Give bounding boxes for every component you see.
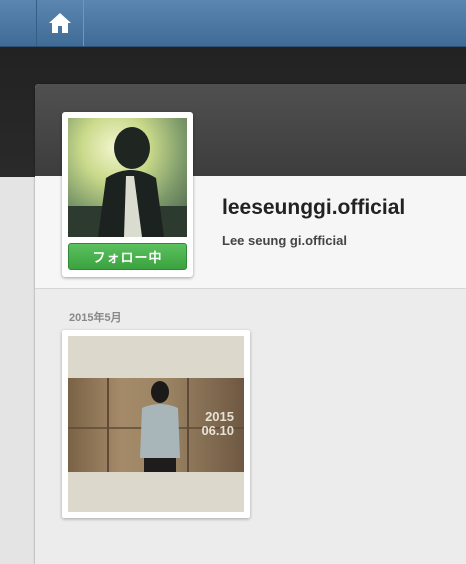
following-button[interactable]: フォロー中 <box>68 243 187 270</box>
avatar-silhouette <box>68 127 187 237</box>
photo-overlay-text: 2015 06.10 <box>201 410 234 438</box>
photo-image: 2015 06.10 <box>68 336 244 512</box>
timeline-month-label: 2015年5月 <box>69 312 122 324</box>
home-icon <box>49 13 71 33</box>
avatar[interactable] <box>68 118 187 237</box>
top-nav-bar <box>0 0 466 47</box>
avatar-frame: フォロー中 <box>62 112 193 277</box>
profile-full-name: Lee seung gi.official <box>222 233 347 248</box>
photo-thumbnail[interactable]: 2015 06.10 <box>62 330 250 518</box>
photo-overlay-year: 2015 <box>205 409 234 424</box>
home-button[interactable] <box>36 0 84 46</box>
profile-username: leeseunggi.official <box>222 196 406 219</box>
photo-overlay-date: 06.10 <box>201 423 234 438</box>
